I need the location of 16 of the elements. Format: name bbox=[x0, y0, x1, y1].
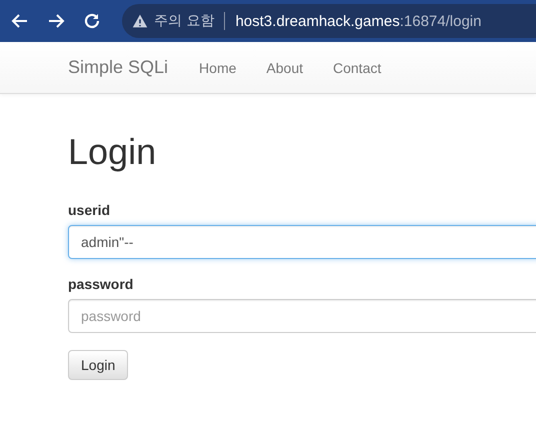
input-field[interactable]: admin"-- bbox=[68, 224, 536, 259]
nav-link[interactable]: Contact bbox=[318, 60, 396, 76]
warning-icon bbox=[132, 13, 148, 29]
input-field[interactable]: password bbox=[68, 298, 536, 333]
field-label: userid bbox=[68, 202, 112, 218]
login-button[interactable]: Login bbox=[68, 350, 128, 380]
brand-link[interactable]: Simple SQLi bbox=[68, 57, 168, 78]
nav-link[interactable]: Home bbox=[184, 60, 252, 76]
url-host: host3.dreamhack.games bbox=[235, 12, 400, 30]
address-bar[interactable]: 주의 요함 host3.dreamhack.games:16874/login bbox=[122, 4, 536, 38]
nav-link[interactable]: About bbox=[251, 60, 318, 76]
field-label: password bbox=[68, 276, 134, 292]
security-warning: 주의 요함 bbox=[154, 12, 214, 30]
reload-icon[interactable] bbox=[82, 11, 102, 31]
url-path: :16874/login bbox=[400, 12, 482, 30]
page-heading: Login bbox=[68, 132, 158, 172]
